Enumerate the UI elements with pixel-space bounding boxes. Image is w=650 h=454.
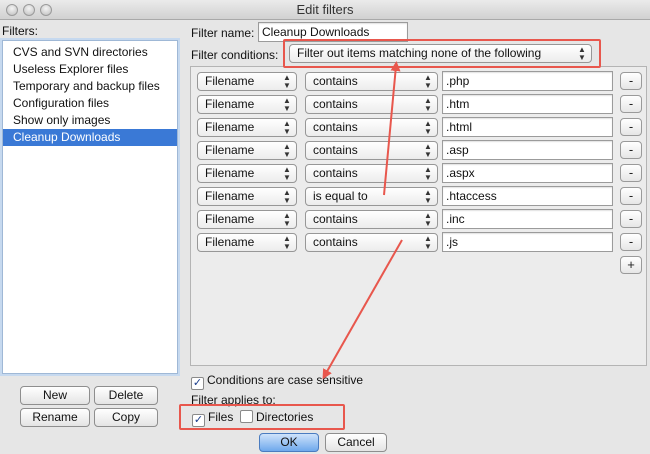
up-down-arrows-icon: ▲ ▼ [283,234,291,251]
up-down-arrows-icon: ▲ ▼ [424,165,432,182]
operator-popup[interactable]: contains ▲ ▼ [305,118,438,137]
operator-popup[interactable]: contains ▲ ▼ [305,72,438,91]
minimize-window-icon[interactable] [23,4,35,16]
ok-button[interactable]: OK [259,433,319,452]
operator-popup[interactable]: contains ▲ ▼ [305,210,438,229]
field-popup[interactable]: Filename ▲ ▼ [197,95,297,114]
filter-conditions-label: Filter conditions: [191,48,279,62]
field-value: Filename [205,97,255,111]
operator-value: contains [313,97,358,111]
remove-condition-button[interactable]: - [620,210,642,228]
up-down-arrows-icon: ▲ ▼ [424,234,432,251]
close-window-icon[interactable] [6,4,18,16]
operator-popup[interactable]: contains ▲ ▼ [305,233,438,252]
up-down-arrows-icon: ▲ ▼ [283,119,291,136]
up-down-arrows-icon: ▲ ▼ [424,211,432,228]
field-popup[interactable]: Filename ▲ ▼ [197,141,297,160]
field-popup[interactable]: Filename ▲ ▼ [197,187,297,206]
up-down-arrows-icon: ▲ ▼ [283,142,291,159]
condition-value-field[interactable]: .aspx [442,163,613,183]
new-filter-button[interactable]: New [20,386,90,405]
field-popup[interactable]: Filename ▲ ▼ [197,72,297,91]
field-value: Filename [205,120,255,134]
filter-list[interactable]: CVS and SVN directories Useless Explorer… [2,40,178,374]
filter-item-show-only-images[interactable]: Show only images [3,112,177,129]
annotation-box-conditions [283,39,601,68]
field-value: Filename [205,74,255,88]
up-down-arrows-icon: ▲ ▼ [283,211,291,228]
field-value: Filename [205,166,255,180]
operator-value: contains [313,74,358,88]
field-value: Filename [205,143,255,157]
up-down-arrows-icon: ▲ ▼ [283,73,291,90]
operator-value: contains [313,120,358,134]
operator-value: contains [313,166,358,180]
operator-popup[interactable]: contains ▲ ▼ [305,164,438,183]
zoom-window-icon[interactable] [40,4,52,16]
operator-popup[interactable]: contains ▲ ▼ [305,141,438,160]
remove-condition-button[interactable]: - [620,72,642,90]
delete-filter-button[interactable]: Delete [94,386,158,405]
field-popup[interactable]: Filename ▲ ▼ [197,118,297,137]
field-value: Filename [205,235,255,249]
operator-value: contains [313,212,358,226]
up-down-arrows-icon: ▲ ▼ [283,165,291,182]
case-sensitive-option[interactable]: ✓ Conditions are case sensitive [191,373,363,390]
up-down-arrows-icon: ▲ ▼ [424,96,432,113]
filters-label: Filters: [2,24,38,38]
remove-condition-button[interactable]: - [620,187,642,205]
condition-value-field[interactable]: .htm [442,94,613,114]
filter-item-configuration[interactable]: Configuration files [3,95,177,112]
operator-value: contains [313,235,358,249]
window-title: Edit filters [296,2,354,17]
field-value: Filename [205,189,255,203]
up-down-arrows-icon: ▲ ▼ [424,142,432,159]
remove-condition-button[interactable]: - [620,233,642,251]
copy-filter-button[interactable]: Copy [94,408,158,427]
field-popup[interactable]: Filename ▲ ▼ [197,233,297,252]
up-down-arrows-icon: ▲ ▼ [424,73,432,90]
up-down-arrows-icon: ▲ ▼ [424,188,432,205]
filter-item-cvs-svn[interactable]: CVS and SVN directories [3,44,177,61]
operator-popup[interactable]: contains ▲ ▼ [305,95,438,114]
add-condition-button[interactable]: + [620,256,642,274]
filter-item-useless-explorer[interactable]: Useless Explorer files [3,61,177,78]
operator-value: contains [313,143,358,157]
case-sensitive-label: Conditions are case sensitive [207,373,364,387]
condition-value-field[interactable]: .php [442,71,613,91]
remove-condition-button[interactable]: - [620,95,642,113]
up-down-arrows-icon: ▲ ▼ [424,119,432,136]
rename-filter-button[interactable]: Rename [20,408,90,427]
up-down-arrows-icon: ▲ ▼ [283,96,291,113]
condition-value-field[interactable]: .inc [442,209,613,229]
condition-value-field[interactable]: .htaccess [442,186,613,206]
condition-value-field[interactable]: .js [442,232,613,252]
remove-condition-button[interactable]: - [620,164,642,182]
filter-item-cleanup-downloads[interactable]: Cleanup Downloads [3,129,177,146]
case-sensitive-checkbox[interactable]: ✓ [191,377,204,390]
cancel-button[interactable]: Cancel [325,433,387,452]
operator-value: is equal to [313,189,368,203]
remove-condition-button[interactable]: - [620,141,642,159]
title-bar: Edit filters [0,0,650,20]
remove-condition-button[interactable]: - [620,118,642,136]
checkmark-icon: ✓ [192,377,203,389]
field-value: Filename [205,212,255,226]
field-popup[interactable]: Filename ▲ ▼ [197,164,297,183]
up-down-arrows-icon: ▲ ▼ [283,188,291,205]
condition-value-field[interactable]: .html [442,117,613,137]
filter-name-label: Filter name: [191,26,255,40]
annotation-box-applies-to [179,404,345,430]
operator-popup[interactable]: is equal to ▲ ▼ [305,187,438,206]
filter-item-temporary-backup[interactable]: Temporary and backup files [3,78,177,95]
condition-value-field[interactable]: .asp [442,140,613,160]
field-popup[interactable]: Filename ▲ ▼ [197,210,297,229]
